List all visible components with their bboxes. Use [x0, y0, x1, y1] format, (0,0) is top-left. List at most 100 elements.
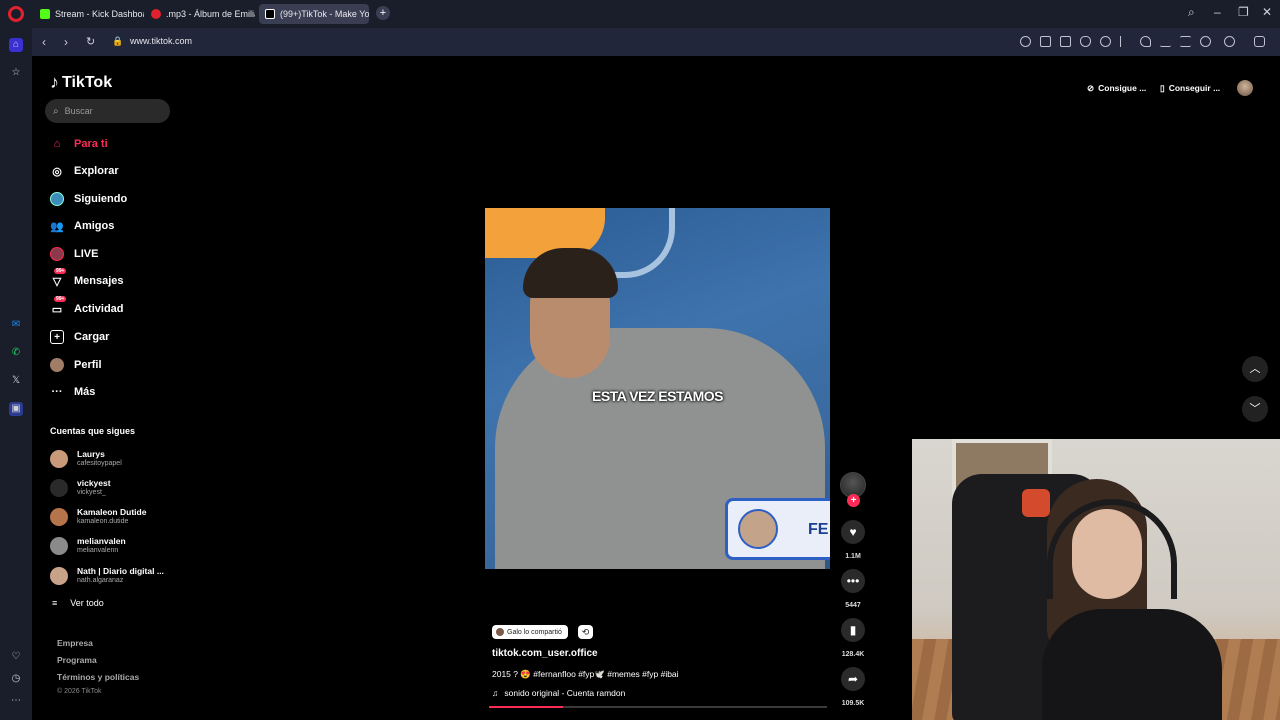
vpn-icon[interactable]: [1100, 36, 1111, 47]
home-icon[interactable]: ⌂: [9, 38, 23, 52]
get-coins-button[interactable]: ⊘ Consigue ...: [1087, 81, 1146, 95]
following-account[interactable]: Kamaleon Dutide kamaleon.dutide: [50, 507, 146, 526]
forward-icon[interactable]: ›: [64, 35, 68, 49]
tab-label: (99+)TikTok - Make Yo: [280, 9, 369, 19]
get-app-button[interactable]: ▯ Conseguir ...: [1160, 81, 1220, 95]
see-all-link[interactable]: ≡ Ver todo: [52, 598, 104, 608]
search-icon: ⌕: [53, 105, 59, 117]
play-icon[interactable]: [1120, 36, 1131, 47]
aria-ai-icon[interactable]: [1254, 36, 1265, 47]
messages-badge: 99+: [54, 268, 67, 274]
x-icon[interactable]: 𝕏: [9, 374, 23, 388]
history-icon[interactable]: ◷: [9, 672, 23, 686]
nav-explorar[interactable]: ◎ Explorar: [50, 162, 118, 180]
nav-perfil[interactable]: Perfil: [50, 356, 102, 374]
star-icon[interactable]: ☆: [9, 66, 23, 80]
next-video-button[interactable]: ﹀: [1242, 396, 1268, 422]
nav-mas[interactable]: ··· Más: [50, 383, 96, 401]
webcam-overlay: [912, 439, 1280, 720]
like-button[interactable]: ♥: [841, 520, 865, 544]
sharer-avatar: [496, 628, 504, 636]
following-account[interactable]: vickyest vickyest_: [50, 478, 111, 497]
account-handle: melianvalenn: [77, 547, 119, 554]
whatsapp-icon[interactable]: ✆: [9, 346, 23, 360]
author-name[interactable]: tiktok.com_user.office: [492, 648, 598, 659]
avatar: [50, 478, 68, 497]
following-account[interactable]: Laurys cafesitoypapel: [50, 449, 122, 468]
new-tab-button[interactable]: +: [376, 6, 390, 20]
tab-label: Stream - Kick Dashboard: [55, 9, 144, 19]
tab-kick-dashboard[interactable]: Stream - Kick Dashboard: [34, 4, 144, 24]
footer-link-terms[interactable]: Términos y políticas: [57, 672, 139, 682]
save-button[interactable]: ▮: [841, 618, 865, 642]
shield-icon[interactable]: [1080, 36, 1091, 47]
messenger-icon[interactable]: ✉: [9, 318, 23, 332]
heart-icon[interactable]: [1140, 36, 1151, 47]
account-handle: kamaleon.dutide: [77, 518, 129, 525]
tab-album-emilia[interactable]: .mp3 - Álbum de Emilia: [145, 4, 255, 24]
nav-mensajes[interactable]: ▽ 99+ Mensajes: [50, 268, 124, 290]
video-progress-bar[interactable]: [489, 706, 827, 708]
user-avatar[interactable]: [1237, 80, 1253, 96]
search-box[interactable]: ⌕: [45, 99, 170, 123]
opera-logo-icon[interactable]: [8, 6, 24, 22]
chevron-down-icon: ﹀: [1249, 403, 1261, 415]
follow-plus-button[interactable]: +: [847, 494, 860, 507]
search-tabs-icon[interactable]: ⌕: [1188, 5, 1195, 20]
menu-icon[interactable]: [1180, 36, 1191, 47]
footer-link-programa[interactable]: Programa: [57, 655, 97, 665]
sound-link[interactable]: ♫ sonido original - Cuenta ramdon: [492, 688, 625, 698]
camera-icon[interactable]: [1060, 36, 1071, 47]
avatar: [50, 507, 68, 526]
comment-button[interactable]: •••: [841, 569, 865, 593]
lock-icon: 🔒: [112, 36, 124, 46]
minimize-icon[interactable]: –: [1214, 5, 1221, 19]
tiktok-icon: [265, 9, 275, 19]
shared-by-label: Galo lo compartió: [507, 628, 562, 636]
video-player[interactable]: ESTA VEZ ESTAMOS FE: [485, 208, 830, 569]
chair-logo: [1022, 489, 1050, 517]
tiktok-logo[interactable]: ♪ TikTok: [50, 72, 112, 93]
tab-tiktok[interactable]: (99+)TikTok - Make Yo: [259, 4, 369, 24]
friends-icon: 👥: [50, 220, 64, 233]
profile-icon[interactable]: [1200, 36, 1211, 47]
reload-icon[interactable]: ↻: [86, 35, 95, 48]
back-icon[interactable]: ‹: [42, 35, 46, 49]
video-description: 2015 ? 😍 #fernanfloo #fyp🕊️ #memes #fyp …: [492, 669, 679, 679]
following-account[interactable]: Nath | Diario digital ... nath.algaranaz: [50, 566, 164, 585]
shared-by-pill[interactable]: Galo lo compartió: [492, 625, 568, 639]
nav-para-ti[interactable]: ⌂ Para ti: [50, 135, 108, 153]
zoom-icon[interactable]: [1020, 36, 1031, 47]
avatar: [50, 449, 68, 468]
list-icon: ≡: [52, 598, 58, 608]
overlay-face: [738, 509, 778, 549]
account-handle: vickyest_: [77, 489, 106, 496]
account-handle: nath.algaranaz: [77, 577, 124, 584]
edit-icon[interactable]: [1040, 36, 1051, 47]
compass-icon: ◎: [52, 165, 62, 178]
following-account[interactable]: melianvalen melianvalenn: [50, 536, 126, 555]
nav-amigos[interactable]: 👥 Amigos: [50, 217, 114, 235]
heart-icon[interactable]: ♡: [9, 650, 23, 664]
footer-link-empresa[interactable]: Empresa: [57, 638, 93, 648]
search-input[interactable]: [64, 106, 155, 116]
more-icon[interactable]: ⋯: [9, 694, 23, 708]
previous-video-button[interactable]: ︿: [1242, 356, 1268, 382]
video-progress-fill: [489, 706, 564, 708]
nav-actividad[interactable]: ▭ 99+ Actividad: [50, 296, 124, 318]
nav-label: Amigos: [74, 220, 115, 232]
url-field[interactable]: www.tiktok.com: [130, 36, 192, 46]
share-button[interactable]: ➦: [841, 667, 865, 691]
nav-live[interactable]: LIVE: [50, 245, 98, 263]
opera-sidebar: ⌂ ☆ ✉ ✆ 𝕏 ▣ ♡ ◷ ⋯: [0, 28, 32, 720]
repost-icon[interactable]: ⟲: [578, 625, 593, 639]
video-caption: ESTA VEZ ESTAMOS: [592, 388, 723, 404]
restore-icon[interactable]: ❐: [1238, 5, 1249, 19]
upload-icon: +: [50, 330, 64, 344]
extension-icon[interactable]: ▣: [9, 402, 23, 416]
close-icon[interactable]: ✕: [1262, 5, 1272, 19]
nav-siguiendo[interactable]: Siguiendo: [50, 190, 127, 208]
extensions-icon[interactable]: [1224, 36, 1235, 47]
nav-cargar[interactable]: + Cargar: [50, 328, 109, 346]
download-icon[interactable]: [1160, 36, 1171, 47]
